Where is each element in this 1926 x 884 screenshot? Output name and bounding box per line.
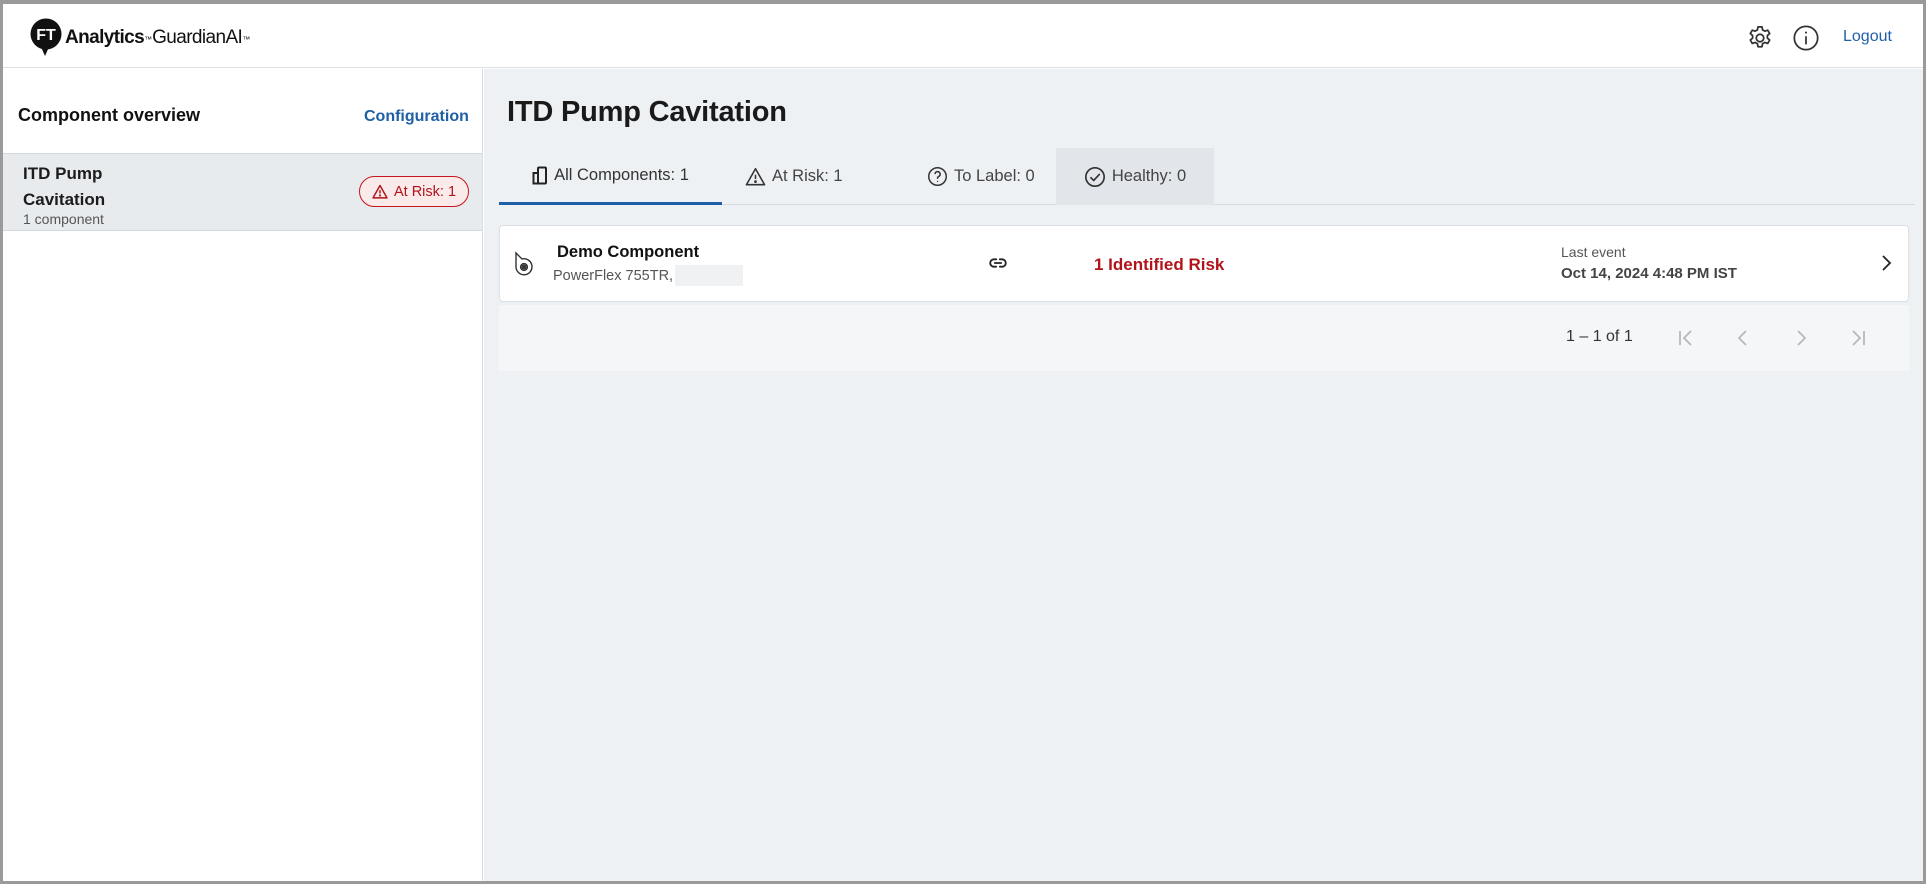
tab-label: At Risk: 1 bbox=[772, 167, 843, 185]
filter-tabs: All Components: 1 At Risk: 1 To Label: 0 bbox=[499, 148, 1915, 205]
logo-guardianai-text: GuardianAI bbox=[152, 27, 243, 48]
chevron-right-icon[interactable] bbox=[1876, 253, 1896, 273]
component-overview-sidebar: Component overview Configuration ITD Pum… bbox=[3, 69, 483, 881]
at-risk-badge-label: At Risk: 1 bbox=[393, 183, 457, 200]
sidebar-title: Component overview bbox=[18, 105, 201, 125]
settings-gear-icon[interactable] bbox=[1746, 24, 1774, 52]
redacted-field bbox=[675, 265, 744, 286]
info-icon[interactable] bbox=[1792, 24, 1820, 52]
link-icon[interactable] bbox=[987, 252, 1009, 274]
component-name: Demo Component bbox=[557, 243, 700, 261]
component-device: PowerFlex 755TR, bbox=[553, 265, 744, 286]
pagination-range: 1 – 1 of 1 bbox=[1566, 328, 1633, 345]
logo-analytics-text: Analytics bbox=[65, 27, 145, 48]
tab-all-components[interactable]: All Components: 1 bbox=[499, 148, 722, 205]
main-panel: ITD Pump Cavitation All Components: 1 At… bbox=[484, 69, 1923, 881]
logo-trademark: ™ bbox=[242, 34, 251, 44]
component-card[interactable]: Demo Component PowerFlex 755TR, 1 Identi… bbox=[499, 225, 1909, 302]
component-device-text: PowerFlex 755TR, bbox=[553, 267, 674, 284]
logo-trademark: ™ bbox=[144, 34, 153, 44]
tab-healthy[interactable]: Healthy: 0 bbox=[1056, 148, 1214, 205]
tab-label: All Components: 1 bbox=[554, 165, 689, 184]
sidebar-item-label: ITD Pump Cavitation bbox=[23, 164, 106, 209]
tab-label: To Label: 0 bbox=[954, 167, 1035, 185]
configuration-link[interactable]: Configuration bbox=[364, 108, 469, 126]
ft-logo-badge-icon: FT bbox=[30, 18, 64, 58]
next-page-icon[interactable] bbox=[1789, 326, 1813, 350]
last-event-label: Last event bbox=[1561, 244, 1626, 260]
pump-component-icon bbox=[512, 250, 534, 276]
warning-icon bbox=[745, 167, 766, 186]
top-header: FT Analytics ™ GuardianAI ™ Logout bbox=[3, 4, 1923, 68]
first-page-icon[interactable] bbox=[1674, 326, 1698, 350]
page-title: ITD Pump Cavitation bbox=[507, 96, 787, 128]
last-page-icon[interactable] bbox=[1846, 326, 1870, 350]
tab-to-label[interactable]: To Label: 0 bbox=[909, 148, 1053, 205]
device-icon bbox=[532, 166, 548, 184]
check-circle-icon bbox=[1084, 166, 1105, 187]
previous-page-icon[interactable] bbox=[1731, 326, 1755, 350]
app-window: FT Analytics ™ GuardianAI ™ Logout Compo… bbox=[0, 0, 1926, 884]
app-logo: FT Analytics ™ GuardianAI ™ bbox=[30, 18, 250, 58]
tab-label: Healthy: 0 bbox=[1111, 167, 1187, 185]
logout-link[interactable]: Logout bbox=[1843, 28, 1892, 46]
svg-text:FT: FT bbox=[36, 27, 56, 44]
sidebar-item-itd-pump-cavitation[interactable]: ITD Pump Cavitation 1 component At Risk:… bbox=[3, 153, 482, 231]
question-icon bbox=[928, 167, 947, 186]
at-risk-badge: At Risk: 1 bbox=[359, 176, 469, 207]
tab-at-risk[interactable]: At Risk: 1 bbox=[727, 148, 861, 205]
warning-icon bbox=[372, 184, 388, 199]
sidebar-item-count: 1 component bbox=[23, 211, 104, 227]
identified-risk-label: 1 Identified Risk bbox=[1094, 255, 1225, 274]
pagination: 1 – 1 of 1 bbox=[499, 305, 1909, 371]
last-event-value: Oct 14, 2024 4:48 PM IST bbox=[1561, 265, 1737, 282]
